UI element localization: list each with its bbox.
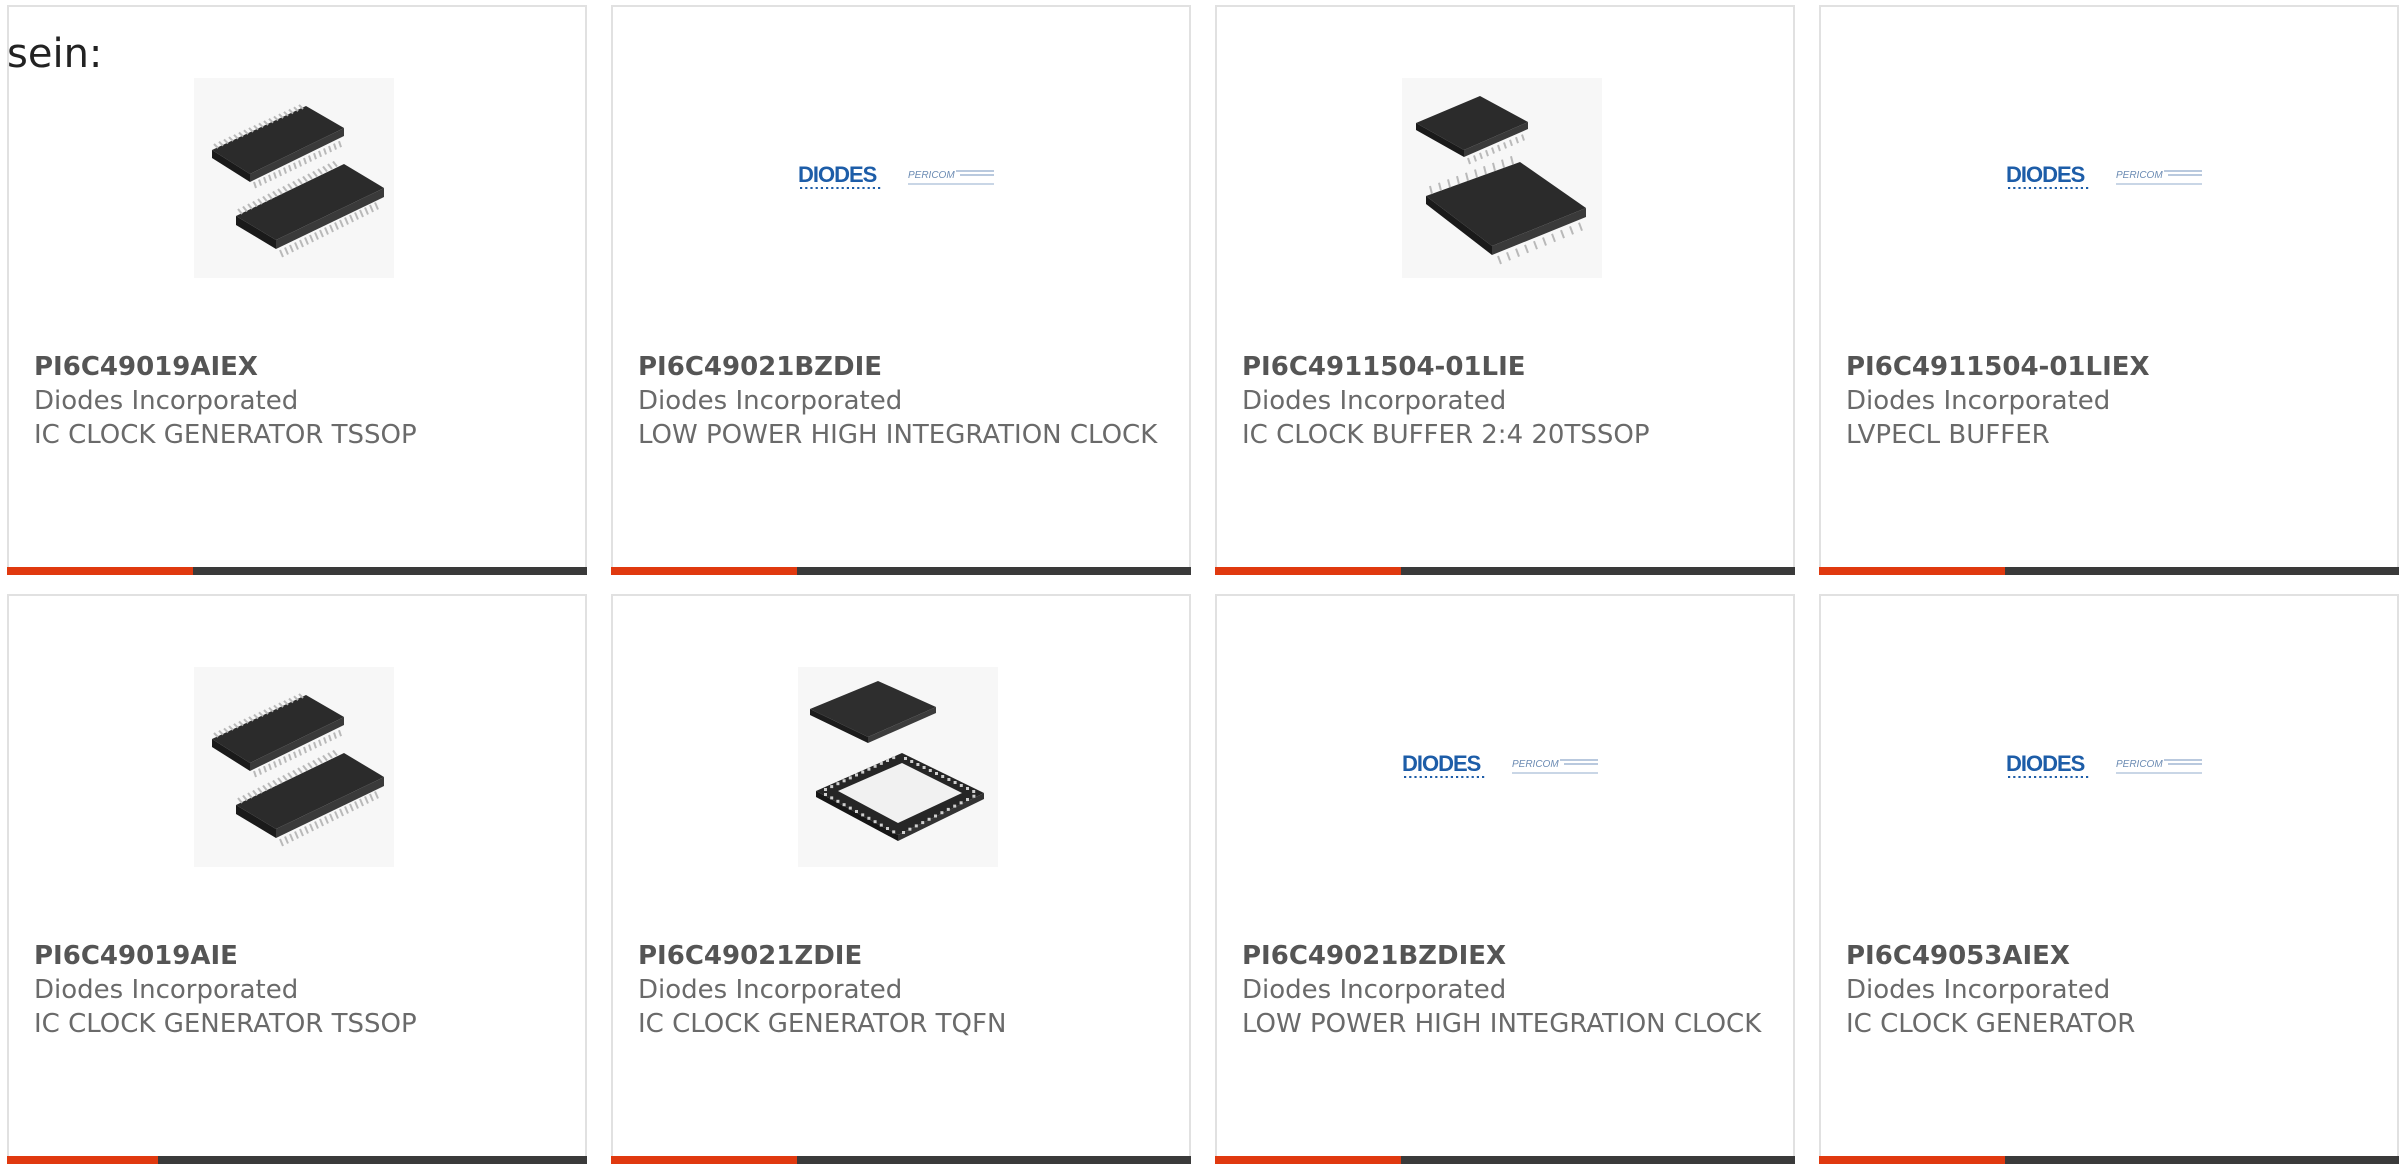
product-description: IC CLOCK GENERATOR TSSOP [34, 420, 417, 450]
card-progress-bar [611, 1156, 1191, 1164]
svg-text:DIODES: DIODES [2006, 751, 2085, 776]
product-info: PI6C49019AIEX Diodes Incorporated IC CLO… [34, 350, 554, 452]
part-number-link[interactable]: PI6C49021BZDIE [638, 350, 1158, 384]
product-card[interactable]: PI6C49021ZDIE Diodes Incorporated IC CLO… [611, 594, 1191, 1164]
part-number-link[interactable]: PI6C49021ZDIE [638, 939, 1158, 973]
card-progress-fill [7, 567, 193, 575]
product-info: PI6C49021BZDIEX Diodes Incorporated LOW … [1242, 939, 1762, 1041]
product-card[interactable]: DIODES PERICOM PI6C49021BZDIEX Diodes In… [1215, 594, 1795, 1164]
card-progress-bar [1215, 1156, 1795, 1164]
card-progress-fill [1215, 567, 1401, 575]
product-card[interactable]: DIODES PERICOM PI6C49053AIEX Diodes Inco… [1819, 594, 2399, 1164]
card-progress-bar [1215, 567, 1795, 575]
part-number-link[interactable]: PI6C4911504-01LIEX [1846, 350, 2366, 384]
card-progress-bar [1819, 567, 2399, 575]
product-image[interactable]: DIODES PERICOM [2006, 667, 2206, 867]
tssop-chip-pair-icon [194, 667, 394, 867]
product-card[interactable]: PI6C49019AIE Diodes Incorporated IC CLOC… [7, 594, 587, 1164]
product-description: LOW POWER HIGH INTEGRATION CLOCK [638, 420, 1158, 450]
part-number-link[interactable]: PI6C49053AIEX [1846, 939, 2366, 973]
diodes-pericom-logo-icon: DIODES PERICOM [2006, 751, 2202, 778]
manufacturer-name: Diodes Incorporated [1242, 386, 1507, 416]
diodes-pericom-logo-icon: DIODES PERICOM [2006, 162, 2202, 189]
product-info: PI6C4911504-01LIE Diodes Incorporated IC… [1242, 350, 1762, 452]
product-image[interactable]: DIODES PERICOM [798, 78, 998, 278]
svg-text:DIODES: DIODES [798, 162, 877, 187]
part-number-link[interactable]: PI6C49021BZDIEX [1242, 939, 1762, 973]
product-grid: PI6C49019AIEX Diodes Incorporated IC CLO… [7, 5, 2399, 1164]
svg-text:PERICOM: PERICOM [2116, 759, 2163, 770]
part-number-link[interactable]: PI6C49019AIEX [34, 350, 554, 384]
card-progress-fill [1819, 567, 2005, 575]
svg-text:DIODES: DIODES [1402, 751, 1481, 776]
product-description: IC CLOCK BUFFER 2:4 20TSSOP [1242, 420, 1650, 450]
product-image[interactable] [194, 78, 394, 278]
product-description: LVPECL BUFFER [1846, 420, 2050, 450]
product-image[interactable]: DIODES PERICOM [2006, 78, 2206, 278]
card-progress-fill [1819, 1156, 2005, 1164]
product-card[interactable]: DIODES PERICOM PI6C49021BZDIE Diodes Inc… [611, 5, 1191, 575]
diodes-pericom-logo-icon: DIODES PERICOM [798, 162, 994, 189]
manufacturer-name: Diodes Incorporated [1846, 386, 2111, 416]
manufacturer-name: Diodes Incorporated [34, 386, 299, 416]
manufacturer-name: Diodes Incorporated [1846, 975, 2111, 1005]
product-card[interactable]: PI6C4911504-01LIE Diodes Incorporated IC… [1215, 5, 1795, 575]
manufacturer-name: Diodes Incorporated [638, 386, 903, 416]
tqfn-chip-pair-icon [798, 667, 998, 867]
product-card[interactable]: PI6C49019AIEX Diodes Incorporated IC CLO… [7, 5, 587, 575]
manufacturer-name: Diodes Incorporated [638, 975, 903, 1005]
card-progress-bar [611, 567, 1191, 575]
svg-text:PERICOM: PERICOM [1512, 759, 1559, 770]
manufacturer-name: Diodes Incorporated [1242, 975, 1507, 1005]
product-image[interactable] [798, 667, 998, 867]
card-progress-bar [7, 1156, 587, 1164]
card-progress-fill [1215, 1156, 1401, 1164]
product-image[interactable]: DIODES PERICOM [1402, 667, 1602, 867]
card-progress-fill [611, 567, 797, 575]
manufacturer-name: Diodes Incorporated [34, 975, 299, 1005]
product-description: LOW POWER HIGH INTEGRATION CLOCK [1242, 1009, 1762, 1039]
product-description: IC CLOCK GENERATOR [1846, 1009, 2136, 1039]
product-info: PI6C4911504-01LIEX Diodes Incorporated L… [1846, 350, 2366, 452]
part-number-link[interactable]: PI6C49019AIE [34, 939, 554, 973]
svg-text:PERICOM: PERICOM [2116, 170, 2163, 181]
product-card[interactable]: DIODES PERICOM PI6C4911504-01LIEX Diodes… [1819, 5, 2399, 575]
intro-text: sein: [7, 31, 103, 77]
product-info: PI6C49053AIEX Diodes Incorporated IC CLO… [1846, 939, 2366, 1041]
small-tssop-chip-pair-icon [1402, 78, 1602, 278]
product-description: IC CLOCK GENERATOR TSSOP [34, 1009, 417, 1039]
product-image[interactable] [1402, 78, 1602, 278]
card-progress-fill [7, 1156, 158, 1164]
product-image[interactable] [194, 667, 394, 867]
product-info: PI6C49019AIE Diodes Incorporated IC CLOC… [34, 939, 554, 1041]
card-progress-bar [7, 567, 587, 575]
card-progress-bar [1819, 1156, 2399, 1164]
product-info: PI6C49021ZDIE Diodes Incorporated IC CLO… [638, 939, 1158, 1041]
product-info: PI6C49021BZDIE Diodes Incorporated LOW P… [638, 350, 1158, 452]
product-description: IC CLOCK GENERATOR TQFN [638, 1009, 1007, 1039]
product-listing-page: sein: PI6C49019AIEX Diodes Incorporated … [0, 0, 2400, 1167]
part-number-link[interactable]: PI6C4911504-01LIE [1242, 350, 1762, 384]
diodes-pericom-logo-icon: DIODES PERICOM [1402, 751, 1598, 778]
card-progress-fill [611, 1156, 797, 1164]
tssop-chip-pair-icon [194, 78, 394, 278]
svg-text:PERICOM: PERICOM [908, 170, 955, 181]
svg-text:DIODES: DIODES [2006, 162, 2085, 187]
